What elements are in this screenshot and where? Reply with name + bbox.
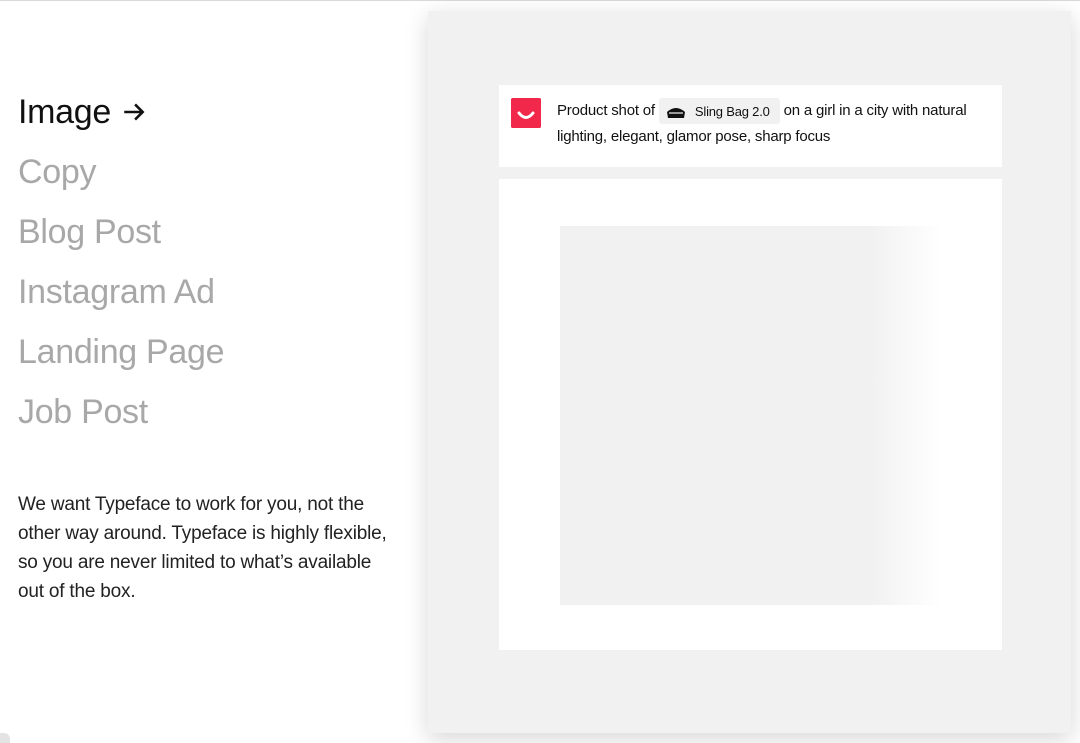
nav-item-instagram-ad[interactable]: Instagram Ad bbox=[18, 262, 224, 322]
generated-image-card bbox=[499, 179, 1002, 650]
nav-item-label: Job Post bbox=[18, 392, 148, 431]
prompt-text: Product shot of Sling Bag 2.0 on a girl in… bbox=[557, 98, 987, 149]
prompt-prefix: Product shot of bbox=[557, 102, 655, 119]
nav-item-label: Image bbox=[18, 92, 111, 131]
smile-logo-icon bbox=[511, 98, 541, 128]
arrow-right-icon bbox=[124, 103, 145, 121]
prompt-card: Product shot of Sling Bag 2.0 on a girl in… bbox=[499, 85, 1002, 167]
nav-item-blog-post[interactable]: Blog Post bbox=[18, 202, 224, 262]
nav-item-label: Blog Post bbox=[18, 212, 161, 251]
nav-item-job-post[interactable]: Job Post bbox=[18, 382, 224, 442]
description-text: We want Typeface to work for you, not th… bbox=[18, 494, 387, 602]
sling-bag-icon bbox=[666, 108, 685, 119]
nav-item-label: Landing Page bbox=[18, 332, 225, 371]
nav-item-image[interactable]: Image bbox=[18, 82, 224, 142]
nav-item-label: Copy bbox=[18, 152, 97, 191]
preview-panel: Product shot of Sling Bag 2.0 on a girl in… bbox=[428, 11, 1071, 733]
nav-item-copy[interactable]: Copy bbox=[18, 142, 224, 202]
nav-item-landing-page[interactable]: Landing Page bbox=[18, 322, 225, 382]
corner-indicator bbox=[0, 733, 10, 743]
top-divider bbox=[0, 0, 1080, 1]
product-chip[interactable]: Sling Bag 2.0 bbox=[658, 98, 780, 125]
product-chip-label: Sling Bag 2.0 bbox=[694, 103, 770, 119]
content-type-nav: Image Copy Blog Post Instagram Ad Landin… bbox=[18, 82, 225, 442]
image-placeholder bbox=[560, 226, 942, 605]
nav-item-label: Instagram Ad bbox=[18, 272, 215, 311]
